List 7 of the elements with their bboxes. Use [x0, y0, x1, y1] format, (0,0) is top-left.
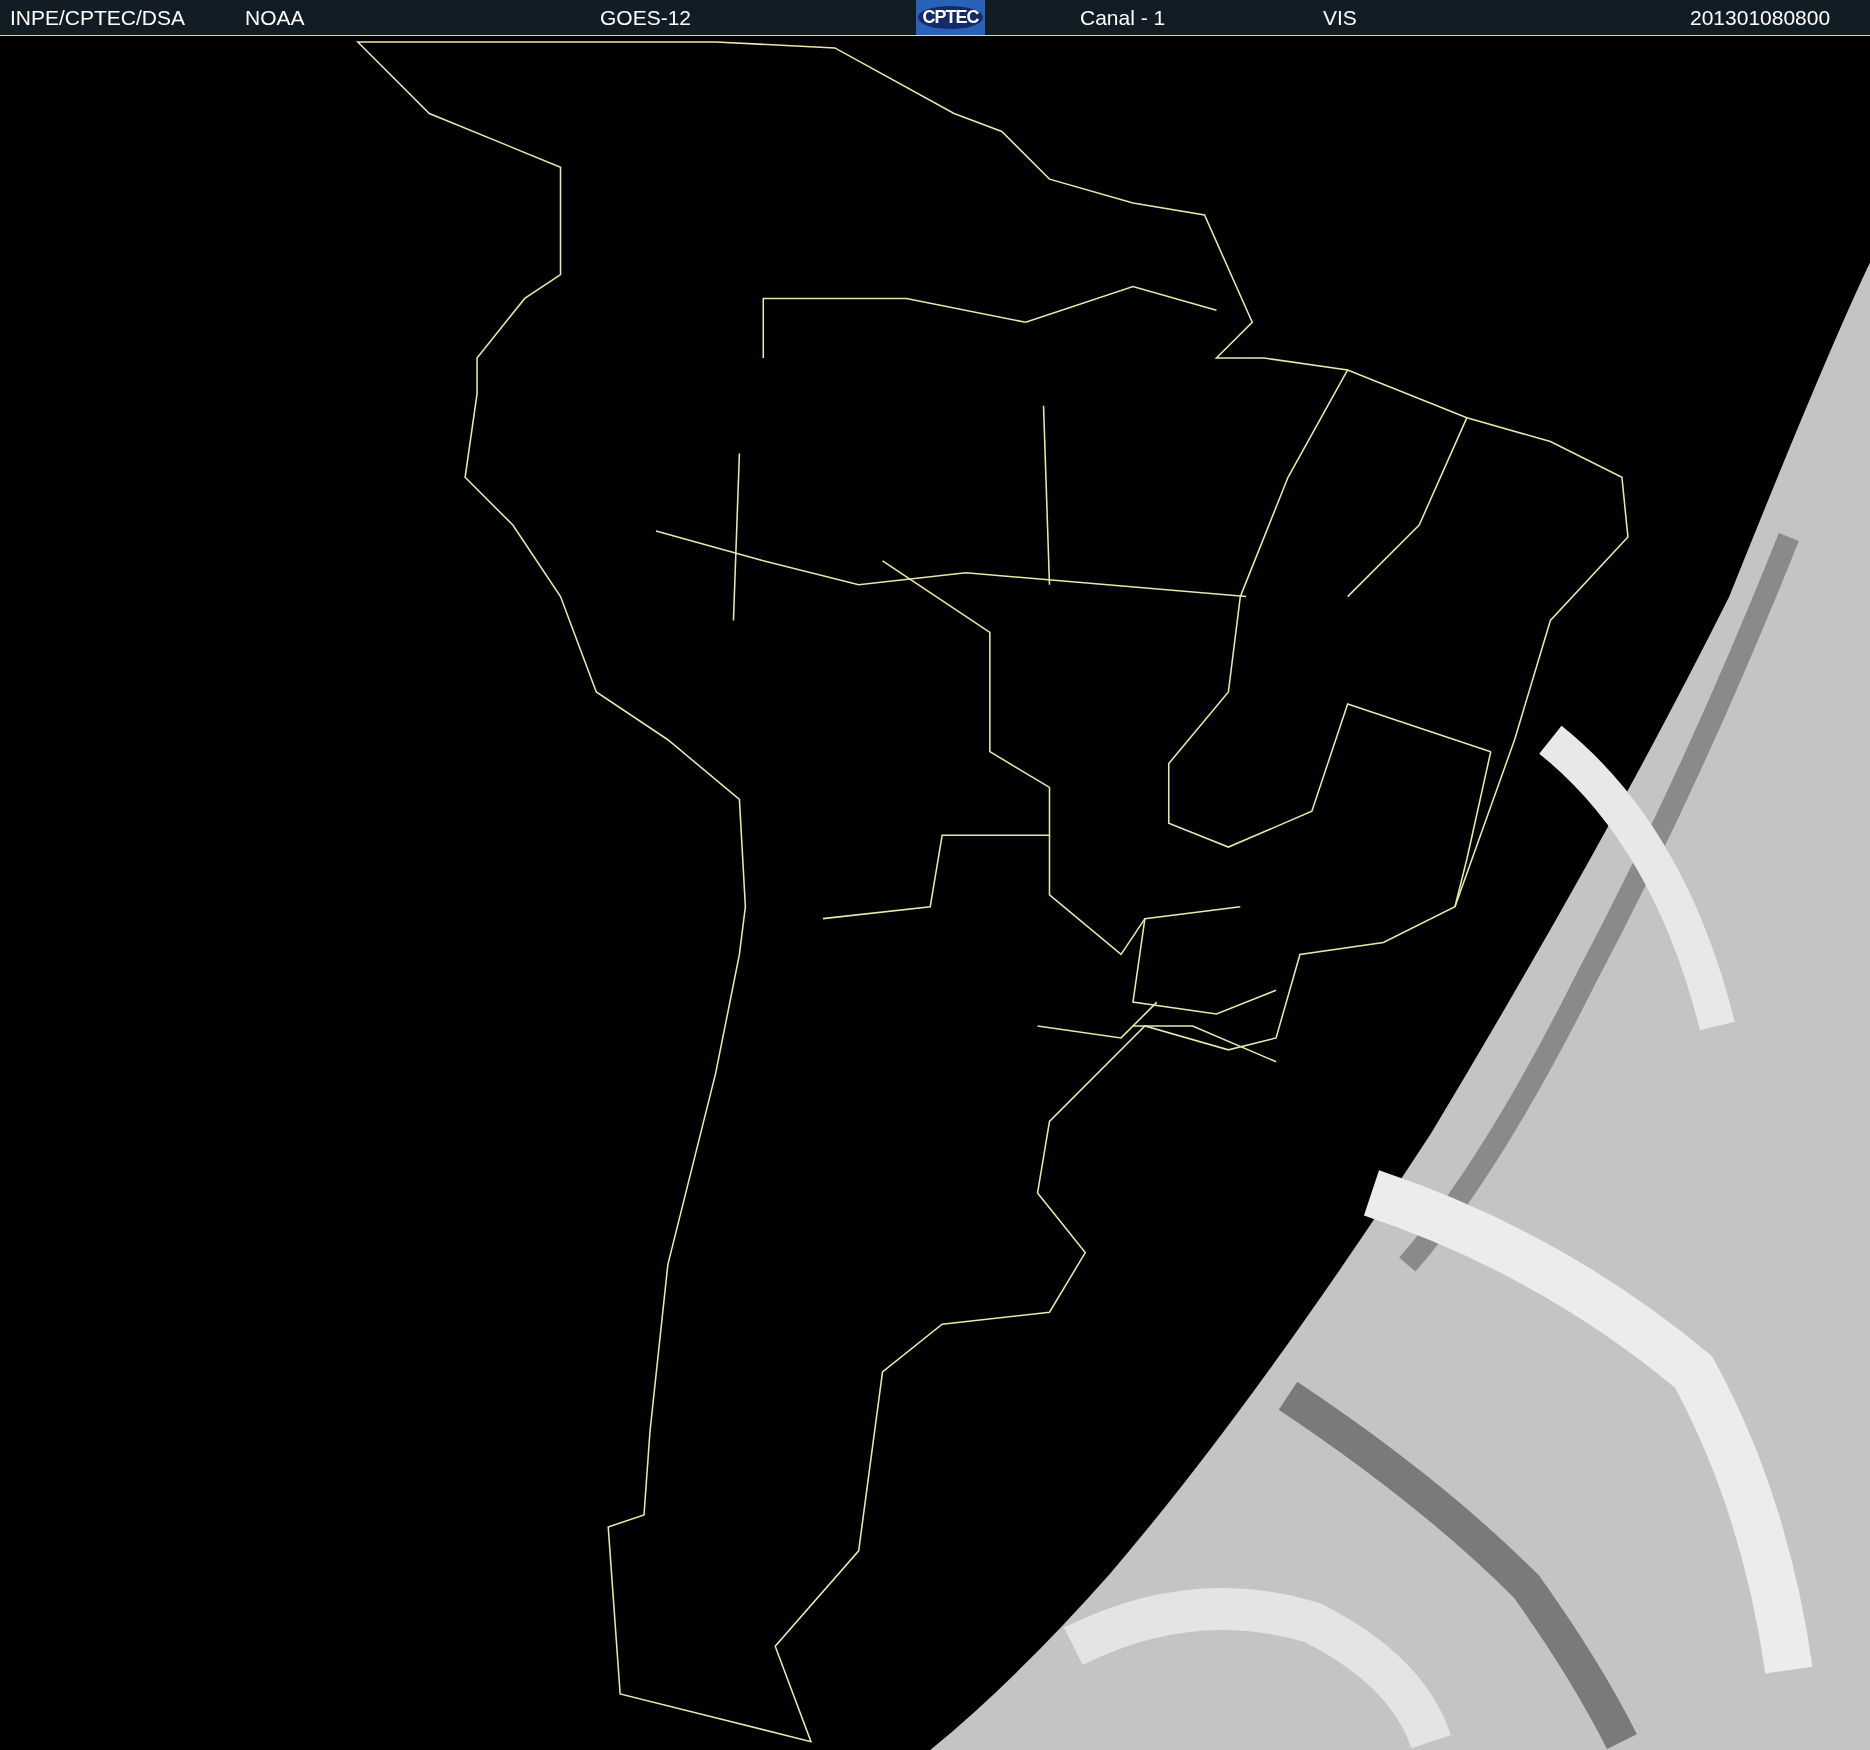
- satellite-label: GOES-12: [600, 5, 693, 30]
- band-label: VIS: [1323, 5, 1358, 30]
- cptec-logo: CPTEC: [916, 0, 985, 35]
- channel-label: Canal - 1: [1080, 5, 1167, 30]
- source-label: INPE/CPTEC/DSA: [10, 5, 187, 30]
- timestamp-label: 201301080800: [1690, 5, 1831, 30]
- agency-label: NOAA: [245, 5, 306, 30]
